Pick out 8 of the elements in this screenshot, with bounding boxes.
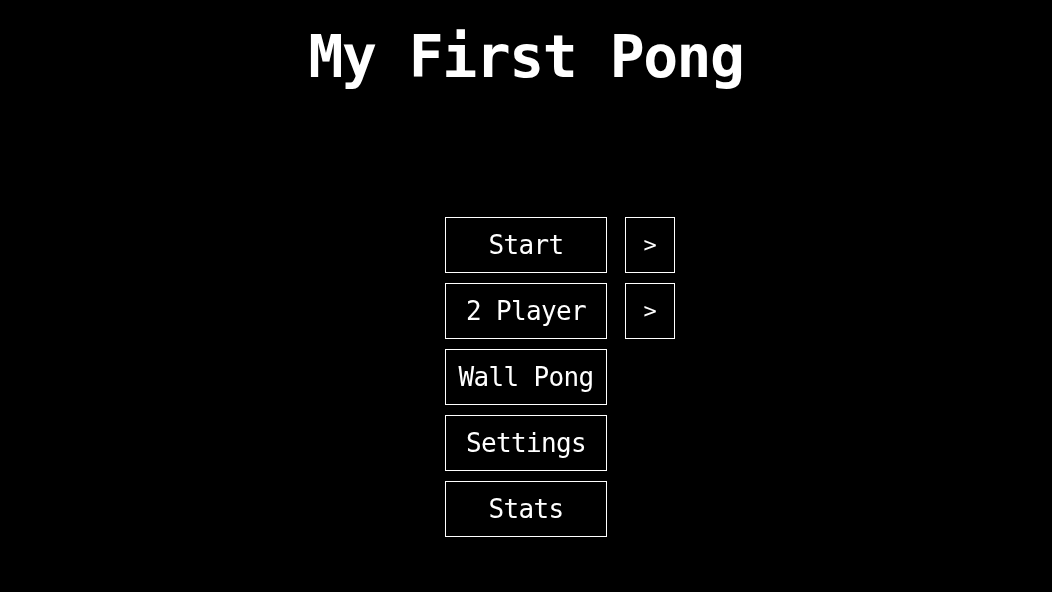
menu-button[interactable]: Start <box>445 217 607 273</box>
arrow-button[interactable]: > <box>625 283 675 339</box>
menu-button[interactable]: 2 Player <box>445 283 607 339</box>
menu-button[interactable]: Wall Pong <box>445 349 607 405</box>
arrow-button[interactable]: > <box>625 217 675 273</box>
menu-button[interactable]: Stats <box>445 481 607 537</box>
game-title: My First Pong <box>308 22 744 92</box>
menu-button[interactable]: Settings <box>445 415 607 471</box>
